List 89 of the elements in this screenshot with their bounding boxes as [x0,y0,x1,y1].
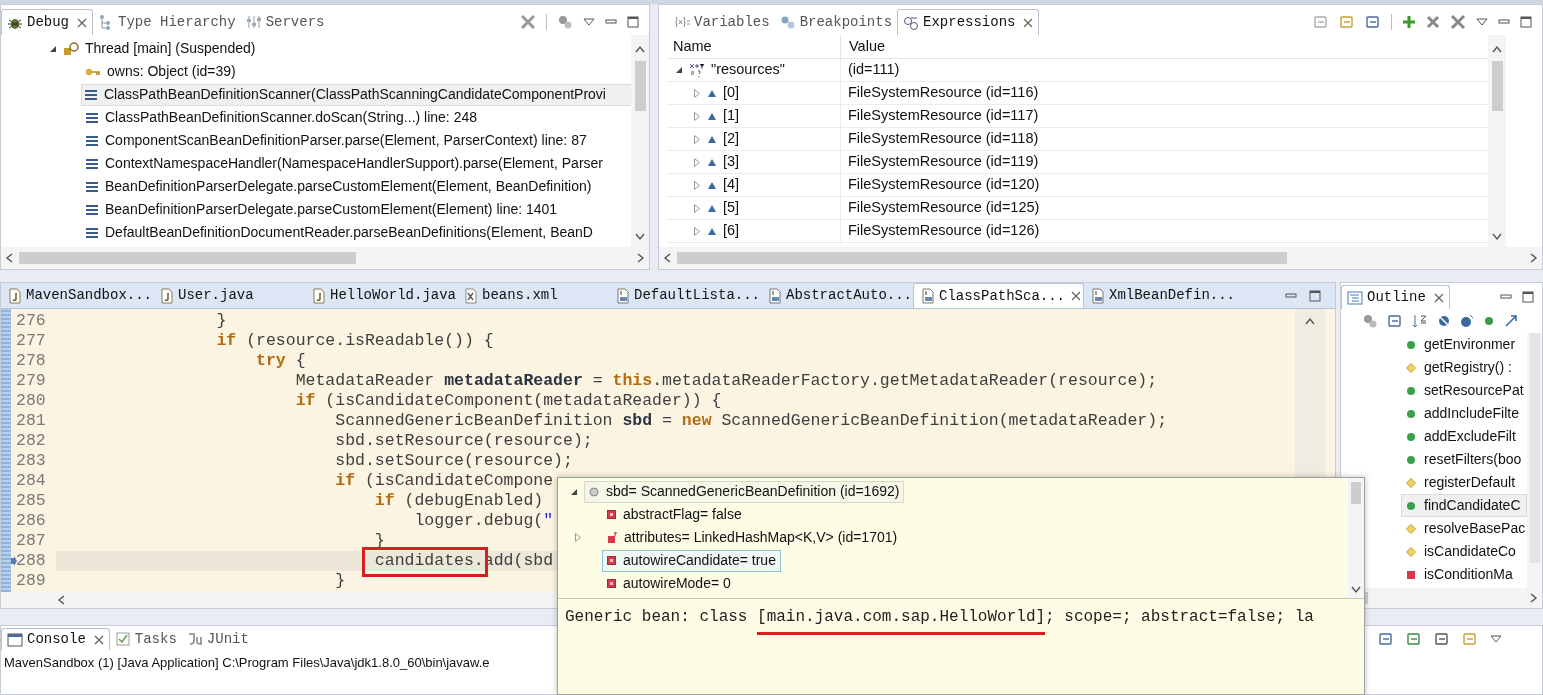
line-number: 278 [16,349,46,372]
line-number: 280 [16,389,46,412]
line-number: 279 [16,369,46,392]
table-cell-text: [6] [723,221,740,241]
outline-item[interactable]: addExcludeFilt [1401,425,1527,448]
tree-item[interactable]: ComponentScanBeanDefinitionParser.parse(Element, ParserContext) line: 87 [81,129,588,152]
tree-item[interactable]: Thread [main] (Suspended) [85,38,256,59]
code-line: MetadataReader metadataReader = this.metadataReaderFactory.getMetadataReader(resource); [294,369,1158,392]
outline-item[interactable]: getRegistry() : [1401,356,1527,379]
column-header[interactable]: Value [841,35,885,58]
code-line: if (isCandidateComponent(metadataReader)) { [294,389,722,412]
tab[interactable]: DefaultLista... [609,283,761,308]
tab[interactable]: User.java [153,283,305,308]
tree-item[interactable]: abstractFlag= false [602,503,747,526]
tab[interactable]: Debug [1,9,93,35]
outline-item[interactable]: isConditionMa [1401,563,1527,586]
table-cell-text: FileSystemResource (id=117) [847,106,1039,126]
console-text: MavenSandbox (1) [Java Application] C:\Program Files\Java\jdk1.8.0_60\bin\javaw.e [3,654,491,672]
outline-item[interactable]: registerDefault [1401,471,1527,494]
tab[interactable]: beans.xml [457,283,609,308]
tree-item[interactable]: ClassPathBeanDefinitionScanner(ClassPathScanningCandidateComponentProvi [81,83,631,106]
tree-item[interactable]: owns: Object (id=39) [81,60,237,83]
tree-item[interactable]: autowireCandidate= true [602,549,781,572]
table-cell-text: FileSystemResource (id=118) [847,129,1039,149]
tab[interactable]: Outline [1341,285,1450,309]
line-number: 288 [16,549,46,572]
tab[interactable]: HelloWorld.java [305,283,457,308]
line-number: 277 [16,329,46,352]
table-cell-text: [0] [723,83,740,103]
tree-item[interactable]: autowireMode= 0 [602,572,736,595]
outline-item[interactable]: findCandidateC [1401,494,1527,517]
outline-item[interactable]: setResourcePat [1401,379,1527,402]
line-number: 286 [16,509,46,532]
line-number: 285 [16,489,46,512]
table-cell-text: FileSystemResource (id=116) [847,83,1039,103]
line-number: 281 [16,409,46,432]
table-cell-text: FileSystemResource (id=120) [847,175,1040,195]
tab[interactable]: Breakpoints [774,9,898,35]
code-line: if (isCandidateCompone [334,469,554,492]
table-cell-text: FileSystemResource (id=119) [847,152,1039,172]
line-number: 283 [16,449,46,472]
table-cell-text: [2] [723,129,740,149]
column-header[interactable]: Name [667,35,841,58]
line-number: 289 [16,569,46,592]
code-line: } [215,309,227,332]
tree-item[interactable]: BeanDefinitionParserDelegate.parseCustomElement(Element) line: 1401 [81,198,559,221]
tab[interactable]: Type Hierarchy [93,9,241,35]
code-line: } [334,569,346,592]
code-line: if (resource.isReadable()) { [215,329,494,352]
code-line: try { [255,349,306,372]
table-cell-text: [1] [723,106,740,126]
outline-item[interactable]: getEnvironmer [1401,333,1527,356]
tab[interactable]: ClassPathSca... [913,283,1084,308]
table-cell-text: (id=111) [847,60,900,80]
table-cell-text: "resources" [711,60,785,80]
line-number: 287 [16,529,46,552]
line-number: 276 [16,309,46,332]
table-cell-text: [3] [723,152,740,172]
line-number: 284 [16,469,46,492]
tab[interactable]: Console [1,628,110,650]
table-cell-text: [5] [723,198,740,218]
code-line: logger.debug(" [413,509,554,532]
tree-item[interactable]: sbd= ScannedGenericBeanDefinition (id=1692) [584,480,905,503]
tab[interactable]: AbstractAuto... [761,283,913,308]
tab[interactable]: Servers [240,9,330,35]
code-line: sbd.setSource(resource); [334,449,573,472]
tab[interactable]: MavenSandbox... [1,283,153,308]
detail-text: Generic bean: class [main.java.com.sap.HelloWorld]; scope=; abstract=false; la [558,599,1364,635]
tree-item[interactable]: ClassPathBeanDefinitionScanner.doScan(String...) line: 248 [81,106,478,129]
tab[interactable]: Variables [669,9,775,35]
tab[interactable]: JUnit [181,628,254,650]
tree-item[interactable]: DefaultBeanDefinitionDocumentReader.parseBeanDefinitions(Element, BeanD [81,221,594,244]
table-cell-text: [4] [723,175,740,195]
table-cell-text: FileSystemResource (id=125) [847,198,1040,218]
tab[interactable]: Tasks [109,628,182,650]
tab[interactable]: Expressions [897,9,1040,35]
tab[interactable]: XmlBeanDefin... [1084,283,1236,308]
tree-item[interactable]: BeanDefinitionParserDelegate.parseCustomElement(Element, BeanDefinition) [81,175,593,198]
code-line: sbd.setResource(resource); [334,429,593,452]
outline-item[interactable]: resolveBasePac [1401,517,1527,540]
code-line: ScannedGenericBeanDefinition sbd = new ScannedGenericBeanDefinition(metadataReader); [334,409,1168,432]
table-cell-text: FileSystemResource (id=126) [847,221,1040,241]
tree-item[interactable]: attributes= LinkedHashMap<K,V> (id=1701) [602,526,903,549]
outline-item[interactable]: isCandidateCo [1401,540,1527,563]
tree-item[interactable]: ContextNamespaceHandler(NamespaceHandlerSupport).parse(Element, Parser [81,152,604,175]
code-line: if (debugEnabled) [373,489,544,512]
outline-item[interactable]: resetFilters(boo [1401,448,1527,471]
line-number: 282 [16,429,46,452]
outline-item[interactable]: addIncludeFilte [1401,402,1527,425]
